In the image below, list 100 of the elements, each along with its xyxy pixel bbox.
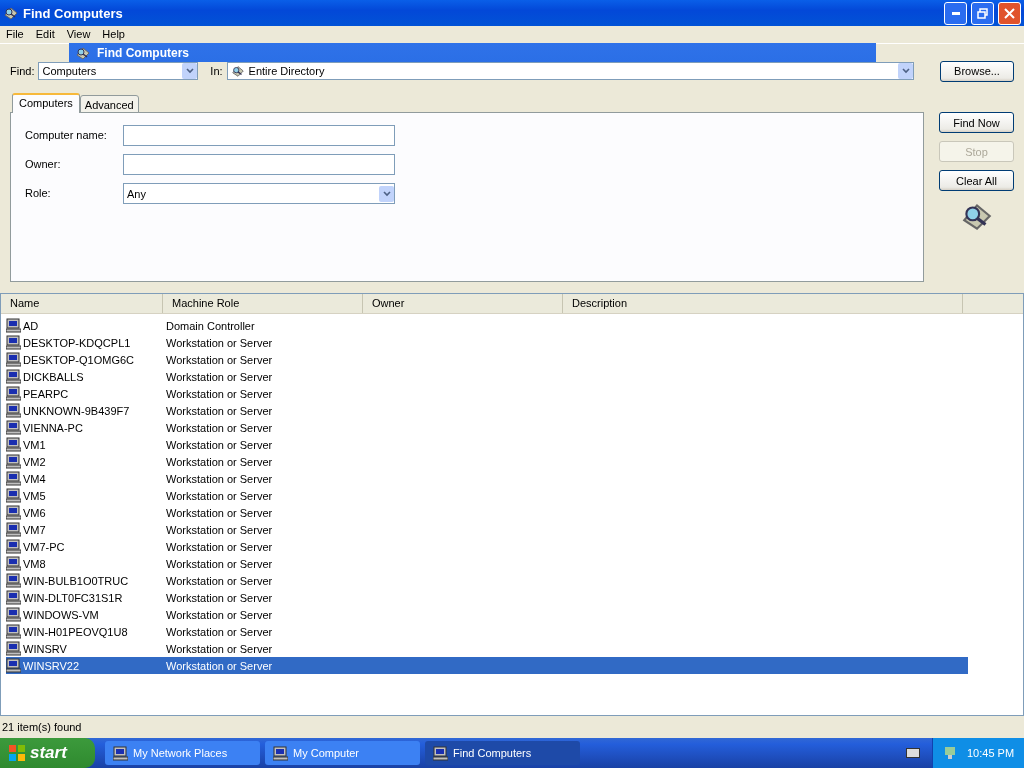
browse-button[interactable]: Browse... — [940, 60, 1014, 82]
restore-icon — [977, 7, 988, 19]
result-row[interactable]: VM6 Workstation or Server — [6, 504, 968, 521]
role-dropdown[interactable]: Any — [123, 183, 395, 204]
table-cell-text: WINSRV22 — [22, 659, 81, 672]
result-row[interactable]: VM1 Workstation or Server — [6, 436, 968, 453]
result-row[interactable]: WINSRV Workstation or Server — [6, 640, 968, 657]
result-row[interactable]: DICKBALLS Workstation or Server — [6, 368, 968, 385]
close-button[interactable] — [998, 1, 1021, 25]
close-icon — [1004, 7, 1015, 19]
computer-icon — [6, 454, 21, 469]
result-row[interactable]: VM8 Workstation or Server — [6, 555, 968, 572]
table-cell-text: VM7 — [22, 523, 47, 536]
result-row[interactable]: WIN-BULB1O0TRUC Workstation or Server — [6, 572, 968, 589]
table-cell-text: AD — [22, 319, 40, 332]
scope-dropdown[interactable]: Entire Directory — [226, 62, 915, 80]
table-cell-text: Workstation or Server — [166, 574, 274, 587]
input-field[interactable] — [123, 154, 395, 175]
keyboard-icon — [906, 748, 920, 758]
result-row[interactable]: DESKTOP-KDQCPL1 Workstation or Server — [6, 334, 968, 351]
table-cell-text: Workstation or Server — [166, 421, 274, 434]
restore-button[interactable] — [971, 1, 994, 25]
table-cell-text: VIENNA-PC — [22, 421, 84, 434]
computer-icon — [6, 318, 21, 333]
table-cell-text: Workstation or Server — [166, 642, 274, 655]
computer-icon — [6, 420, 21, 435]
menu-item[interactable]: Help — [96, 27, 131, 43]
table-cell-text: WINDOWS-VM — [22, 608, 100, 621]
tab[interactable]: Computers — [12, 93, 80, 113]
column-header[interactable]: Owner — [363, 294, 563, 313]
action-button[interactable]: Find Now — [939, 112, 1014, 133]
result-row[interactable]: AD Domain Controller — [6, 317, 968, 334]
table-cell-text: WINSRV — [22, 642, 68, 655]
start-button[interactable]: start — [0, 738, 95, 768]
computer-icon — [6, 573, 21, 588]
column-header[interactable]: Machine Role — [163, 294, 363, 313]
computer-icon — [6, 437, 21, 452]
menu-item[interactable]: File — [0, 27, 30, 43]
result-row[interactable]: VM5 Workstation or Server — [6, 487, 968, 504]
input-field[interactable] — [123, 125, 395, 146]
search-icon — [230, 64, 245, 78]
in-label: In: — [210, 65, 223, 77]
clock: 10:45 PM — [967, 747, 1015, 759]
drag-title-bar[interactable]: Find Computers — [69, 43, 876, 62]
computer-icon — [6, 386, 21, 401]
result-row[interactable]: WIN-DLT0FC31S1R Workstation or Server — [6, 589, 968, 606]
result-row[interactable]: DESKTOP-Q1OMG6C Workstation or Server — [6, 351, 968, 368]
find-label: Find: — [10, 65, 35, 77]
computer-icon — [6, 624, 21, 639]
table-cell-text: VM6 — [22, 506, 47, 519]
result-row[interactable]: WINSRV22 Workstation or Server — [6, 657, 968, 674]
taskbar-button[interactable]: My Network Places — [105, 741, 260, 765]
table-cell-text: Workstation or Server — [166, 506, 274, 519]
result-row[interactable]: PEARPC Workstation or Server — [6, 385, 968, 402]
column-header[interactable]: Name — [1, 294, 163, 313]
result-row[interactable]: UNKNOWN-9B439F7 Workstation or Server — [6, 402, 968, 419]
taskbar-button[interactable]: My Computer — [265, 741, 420, 765]
table-cell-text: Workstation or Server — [166, 387, 274, 400]
computer-icon — [6, 352, 21, 367]
computer-icon — [6, 471, 21, 486]
table-cell-text: Domain Controller — [166, 319, 256, 332]
field-label: Role: — [25, 186, 52, 201]
result-row[interactable]: VM2 Workstation or Server — [6, 453, 968, 470]
field-label: Computer name: — [25, 128, 108, 143]
table-cell-text: Workstation or Server — [166, 438, 274, 451]
table-cell-text: VM1 — [22, 438, 47, 451]
result-row[interactable]: VM7-PC Workstation or Server — [6, 538, 968, 555]
minimize-button[interactable] — [944, 1, 967, 25]
table-cell-text: WIN-BULB1O0TRUC — [22, 574, 130, 587]
tab[interactable]: Advanced — [79, 95, 139, 113]
menu-item[interactable]: Edit — [29, 27, 61, 43]
find-dropdown[interactable]: Computers — [38, 62, 199, 80]
result-row[interactable]: VIENNA-PC Workstation or Server — [6, 419, 968, 436]
table-cell-text: Workstation or Server — [166, 404, 274, 417]
result-row[interactable]: WINDOWS-VM Workstation or Server — [6, 606, 968, 623]
window-title: Find Computers — [23, 5, 124, 21]
result-row[interactable]: VM4 Workstation or Server — [6, 470, 968, 487]
table-cell-text: VM5 — [22, 489, 47, 502]
chevron-down-icon — [185, 68, 194, 74]
table-cell-text: VM2 — [22, 455, 47, 468]
action-button[interactable]: Clear All — [939, 170, 1014, 191]
computer-icon — [6, 505, 21, 520]
result-row[interactable]: VM7 Workstation or Server — [6, 521, 968, 538]
table-cell-text: WIN-H01PEOVQ1U8 — [22, 625, 129, 638]
chevron-down-icon — [382, 190, 391, 197]
column-header[interactable]: Description — [563, 294, 963, 313]
computer-icon — [113, 745, 128, 761]
table-cell-text: PEARPC — [22, 387, 70, 400]
table-cell-text: VM7-PC — [22, 540, 66, 553]
windows-logo-icon — [8, 744, 26, 762]
result-row[interactable]: WIN-H01PEOVQ1U8 Workstation or Server — [6, 623, 968, 640]
field-label: Owner: — [25, 157, 62, 172]
table-cell-text: Workstation or Server — [166, 455, 274, 468]
menu-item[interactable]: View — [60, 27, 97, 43]
table-cell-text: VM4 — [22, 472, 47, 485]
computer-icon — [6, 539, 21, 554]
taskbar-button[interactable]: Find Computers — [425, 741, 580, 765]
table-cell-text: Workstation or Server — [166, 625, 274, 638]
table-cell-text: Workstation or Server — [166, 608, 274, 621]
table-cell-text: DESKTOP-KDQCPL1 — [22, 336, 132, 349]
